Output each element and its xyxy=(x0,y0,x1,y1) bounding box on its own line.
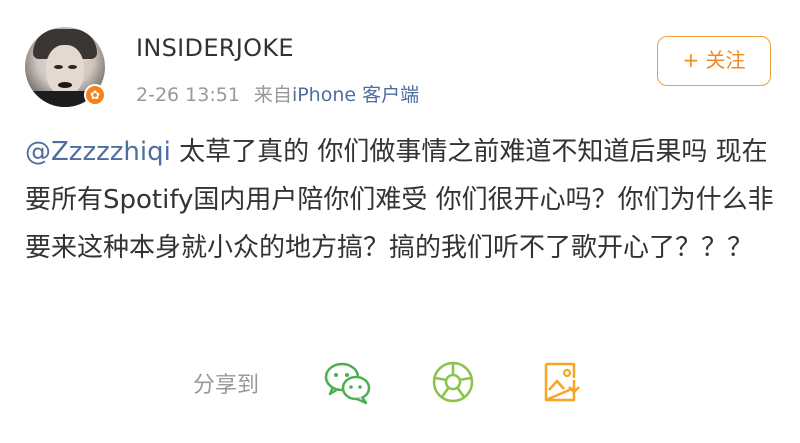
verified-badge-icon: ✿ xyxy=(84,84,106,106)
post-source[interactable]: iPhone 客户端 xyxy=(292,84,419,106)
source-prefix: 来自 xyxy=(253,84,292,106)
share-wechat-button[interactable] xyxy=(322,358,372,406)
post-meta: 2-26 13:51 来自iPhone 客户端 xyxy=(136,80,419,107)
image-save-icon xyxy=(544,362,580,402)
share-label: 分享到 xyxy=(193,373,260,398)
post-time: 2-26 13:51 xyxy=(136,84,240,106)
wechat-icon xyxy=(324,362,371,405)
avatar-eye-right xyxy=(68,65,77,69)
avatar-lips xyxy=(58,82,72,88)
post-content: @Zzzzzhiqi 太草了真的 你们做事情之前难道不知道后果吗 现在要所有Sp… xyxy=(25,128,785,272)
share-moments-button[interactable] xyxy=(428,358,478,406)
mention-link[interactable]: @Zzzzzhiqi xyxy=(25,137,171,167)
follow-button[interactable]: + 关注 xyxy=(657,36,771,86)
avatar-eye-left xyxy=(54,65,63,69)
moments-icon xyxy=(432,361,474,403)
username[interactable]: INSIDERJOKE xyxy=(136,34,294,62)
share-save-image-button[interactable] xyxy=(534,358,584,406)
